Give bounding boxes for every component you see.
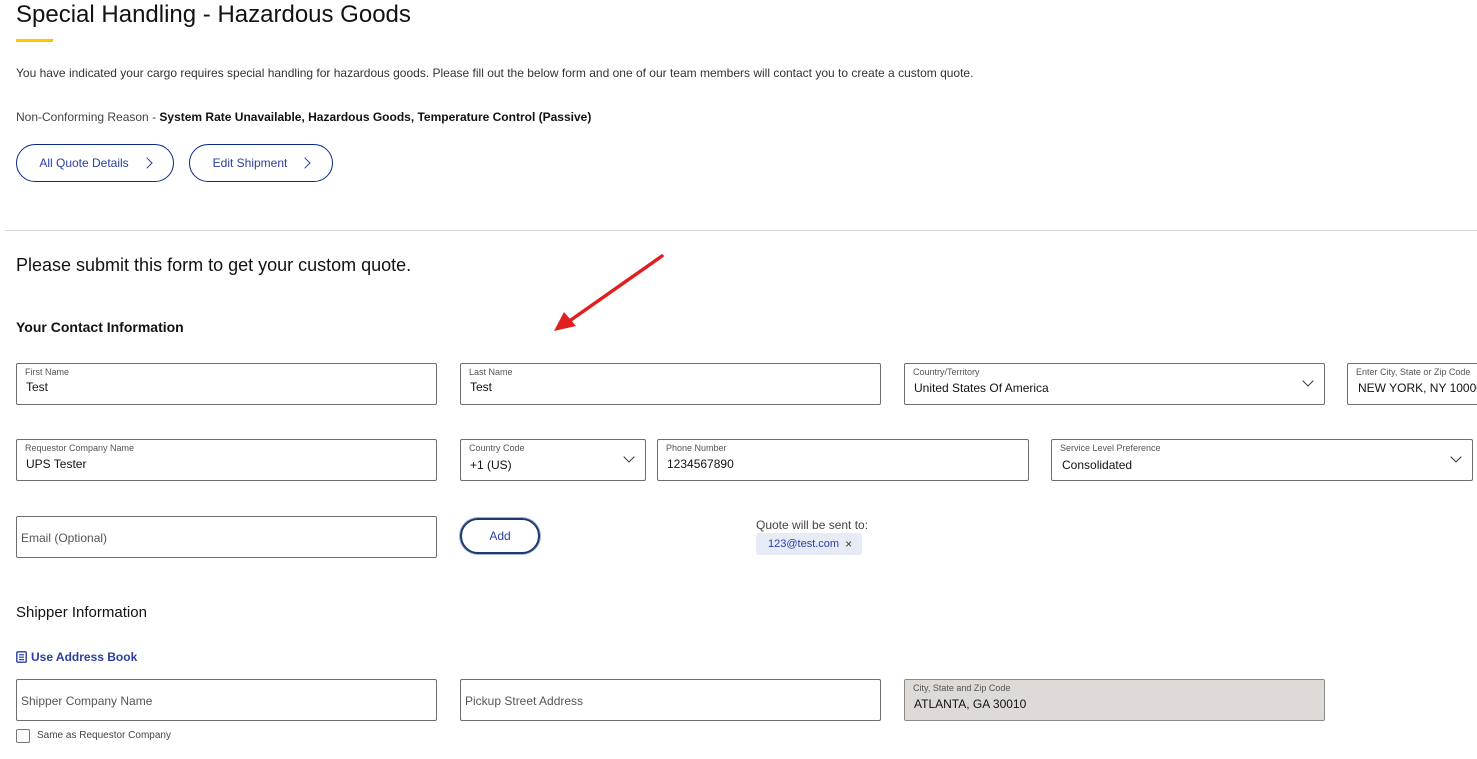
phone-number-value: 1234567890 bbox=[667, 457, 734, 471]
same-as-requestor-label: Same as Requestor Company bbox=[37, 730, 171, 741]
shipper-city-field: City, State and Zip Code ATLANTA, GA 300… bbox=[904, 679, 1325, 721]
country-value: United States Of America bbox=[914, 381, 1049, 395]
last-name-value: Test bbox=[470, 380, 493, 394]
last-name-field[interactable]: Last Name Test bbox=[460, 363, 881, 405]
phone-number-field[interactable]: Phone Number 1234567890 bbox=[657, 439, 1029, 481]
phone-number-label: Phone Number bbox=[666, 443, 727, 453]
pickup-street-placeholder: Pickup Street Address bbox=[465, 694, 584, 708]
requestor-company-field[interactable]: Requestor Company Name UPS Tester bbox=[16, 439, 437, 481]
city-field[interactable]: Enter City, State or Zip Code NEW YORK, … bbox=[1347, 363, 1477, 405]
country-label: Country/Territory bbox=[913, 367, 980, 377]
country-code-label: Country Code bbox=[469, 443, 525, 453]
section-divider bbox=[5, 230, 1477, 231]
intro-text: You have indicated your cargo requires s… bbox=[16, 66, 974, 80]
shipper-city-value: ATLANTA, GA 30010 bbox=[914, 697, 1027, 711]
shipper-company-field[interactable]: Shipper Company Name bbox=[16, 679, 437, 721]
all-quote-details-label: All Quote Details bbox=[39, 156, 129, 170]
add-email-label: Add bbox=[489, 529, 511, 543]
close-icon[interactable]: × bbox=[845, 537, 852, 551]
chevron-right-icon bbox=[141, 157, 153, 169]
address-book-icon bbox=[16, 651, 27, 663]
edit-shipment-button[interactable]: Edit Shipment bbox=[189, 144, 333, 182]
edit-shipment-label: Edit Shipment bbox=[212, 156, 288, 170]
chevron-right-icon bbox=[299, 157, 312, 169]
first-name-label: First Name bbox=[25, 367, 70, 377]
city-value: NEW YORK, NY 10000 bbox=[1358, 381, 1477, 395]
chevron-down-icon bbox=[623, 451, 635, 463]
pickup-street-field[interactable]: Pickup Street Address bbox=[460, 679, 881, 721]
service-level-value: Consolidated bbox=[1062, 458, 1133, 472]
requestor-company-label: Requestor Company Name bbox=[25, 443, 135, 453]
form-heading: Please submit this form to get your cust… bbox=[16, 255, 412, 275]
chevron-down-icon bbox=[1450, 451, 1462, 463]
requestor-company-value: UPS Tester bbox=[26, 457, 87, 471]
service-level-label: Service Level Preference bbox=[1060, 443, 1161, 453]
email-field[interactable]: Email (Optional) bbox=[16, 516, 437, 558]
use-address-book-label: Use Address Book bbox=[31, 650, 138, 664]
email-chip-text: 123@test.com bbox=[768, 538, 840, 550]
page-title: Special Handling - Hazardous Goods bbox=[16, 1, 411, 28]
country-code-select[interactable]: Country Code +1 (US) bbox=[460, 439, 646, 481]
email-placeholder: Email (Optional) bbox=[21, 531, 108, 545]
reason-label: Non-Conforming Reason - bbox=[16, 110, 160, 124]
last-name-label: Last Name bbox=[469, 367, 513, 377]
email-chip: 123@test.com × bbox=[756, 533, 863, 555]
add-email-button[interactable]: Add bbox=[460, 518, 540, 554]
reason-value: System Rate Unavailable, Hazardous Goods… bbox=[159, 110, 592, 124]
country-code-value: +1 (US) bbox=[470, 458, 512, 472]
country-select[interactable]: Country/Territory United States Of Ameri… bbox=[904, 363, 1325, 405]
chevron-down-icon bbox=[1302, 375, 1314, 387]
shipper-company-placeholder: Shipper Company Name bbox=[21, 694, 153, 708]
first-name-value: Test bbox=[26, 380, 49, 394]
title-underline bbox=[16, 39, 53, 42]
all-quote-details-button[interactable]: All Quote Details bbox=[16, 144, 174, 182]
quote-sent-to-label: Quote will be sent to: bbox=[756, 518, 869, 532]
use-address-book-link[interactable]: Use Address Book bbox=[16, 650, 137, 664]
same-as-requestor-checkbox[interactable] bbox=[16, 729, 30, 743]
annotation-arrow-icon bbox=[554, 254, 664, 331]
shipper-city-label: City, State and Zip Code bbox=[913, 683, 1011, 693]
shipper-info-title: Shipper Information bbox=[16, 604, 147, 621]
contact-info-title: Your Contact Information bbox=[16, 319, 184, 335]
non-conforming-reason: Non-Conforming Reason - System Rate Unav… bbox=[16, 110, 591, 124]
city-label: Enter City, State or Zip Code bbox=[1356, 367, 1471, 377]
service-level-select[interactable]: Service Level Preference Consolidated bbox=[1051, 439, 1473, 481]
first-name-field[interactable]: First Name Test bbox=[16, 363, 437, 405]
